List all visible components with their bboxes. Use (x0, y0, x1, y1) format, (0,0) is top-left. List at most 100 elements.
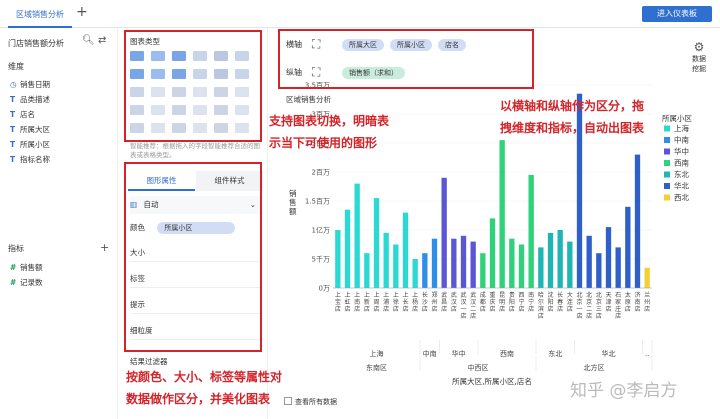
checkbox[interactable] (284, 397, 292, 405)
x-tick-label: 郑州店 (432, 291, 438, 313)
x-tick-label: 上虹店 (345, 291, 351, 313)
bar (383, 232, 389, 288)
x-tick-label: 上长店 (403, 291, 409, 313)
bar (596, 253, 602, 288)
legend-swatch (664, 160, 670, 166)
x-tick-label: 上宝店 (335, 291, 341, 313)
region-group-label: 华中 (452, 349, 466, 358)
bar (422, 253, 428, 288)
bar (528, 174, 534, 288)
bar (335, 230, 341, 288)
bar (586, 235, 592, 288)
legend-entry: 西北 (674, 193, 689, 202)
bar (470, 241, 476, 288)
x-tick-label: 上浦店 (383, 291, 389, 313)
legend-entry: 华中 (674, 146, 689, 156)
x-tick-label: 北京一店 (577, 291, 583, 320)
bar (354, 183, 360, 288)
x-tick-label: 贵阳店 (509, 291, 515, 313)
bar (605, 227, 612, 288)
legend-swatch (664, 125, 670, 132)
legend-swatch (664, 183, 670, 189)
bar (615, 247, 621, 288)
y-tick-label: 1.5百万 (305, 198, 330, 206)
region-group-label: 上海 (370, 349, 384, 358)
x-tick-label: 哈尔滨店 (538, 291, 544, 320)
x-tick-label: 大连店 (567, 291, 573, 313)
legend-entry: 西南 (674, 158, 689, 168)
bar (373, 198, 380, 288)
bar (538, 247, 544, 288)
x-tick-label: 武昌店 (441, 291, 447, 313)
bar (567, 241, 573, 288)
x-tick-label: 武汉一店 (461, 291, 467, 320)
legend-title: 所属小区 (662, 113, 692, 123)
x-tick-label: 上杨店 (412, 291, 418, 313)
legend-entry: 华北 (674, 181, 689, 191)
x-tick-label: 上新店 (364, 291, 370, 313)
x-tick-label: 长沙店 (422, 291, 428, 313)
bar (499, 140, 505, 288)
x-tick-label: 长春店 (557, 291, 563, 313)
x-tick-label: 成都店 (480, 291, 486, 313)
bar (480, 253, 486, 288)
bar (451, 238, 457, 288)
x-tick-label: 兰州店 (644, 291, 650, 313)
x-tick-label: 北京二店 (586, 291, 592, 320)
bar (557, 230, 563, 288)
y-tick-label: 0万 (319, 285, 330, 293)
y-tick-label: 1亿万 (312, 226, 330, 235)
show-all-data-toggle[interactable]: 查看所有数据 (284, 397, 337, 407)
bar (489, 218, 496, 288)
region-group-label: 华北 (602, 349, 616, 358)
legend-swatch (664, 137, 670, 143)
x-tick-label: 太原店 (625, 291, 631, 313)
bar (431, 238, 438, 288)
x-tick-label: 北京三店 (596, 291, 602, 320)
legend-entry: 东北 (674, 169, 689, 179)
bar (625, 206, 631, 288)
x-tick-label: 重庆店 (490, 291, 496, 313)
bar (644, 267, 650, 288)
y-tick-label: 2百万 (312, 169, 330, 177)
annotation-axis: 以横轴和纵轴作为区分，拖 拽维度和指标，自动出图表 (500, 99, 645, 135)
x-tick-label: 上徐店 (393, 291, 399, 313)
bar (518, 244, 525, 288)
x-tick-label: 上周店 (374, 291, 380, 313)
area-group-label: 东南区 (366, 363, 387, 372)
x-tick-label: 沈阳店 (548, 291, 554, 313)
x-tick-label: 天津店 (606, 292, 612, 313)
bar (509, 238, 515, 288)
legend-swatch (664, 194, 670, 201)
legend-entry: 中南 (674, 135, 689, 145)
region-group-label: 东北 (548, 349, 562, 358)
annotation-chart-switch: 支持图表切换，明暗表 示当下可使用的图形 (269, 114, 390, 150)
bar (402, 212, 409, 288)
legend-swatch (664, 148, 670, 155)
y-axis-label: 销售额 (289, 188, 297, 216)
bar (393, 244, 399, 288)
bar (412, 259, 418, 288)
x-tick-label: 武汉二店 (470, 291, 476, 320)
bar (547, 232, 554, 288)
y-tick-label: 5千万 (312, 255, 330, 264)
area-group-label: 中西区 (468, 363, 489, 372)
legend-entry: 上海 (674, 123, 689, 133)
region-group-label: 中南 (423, 349, 437, 358)
x-tick-label: 昆明店 (499, 292, 505, 313)
x-tick-label: 南宁店 (528, 291, 534, 313)
bar (364, 253, 370, 288)
watermark: 知乎 @李启方 (570, 381, 678, 401)
legend-swatch (664, 171, 670, 178)
bar (441, 177, 447, 288)
x-tick-label: 武汉店 (451, 291, 457, 313)
y-tick-label: 3.5百万 (305, 82, 330, 90)
bar (634, 154, 641, 288)
bar (344, 209, 351, 288)
x-tick-label: 济南店 (635, 291, 641, 313)
bar (460, 235, 467, 288)
x-tick-label: 石家庄店 (615, 292, 621, 320)
region-group-label: 西南 (500, 349, 514, 358)
region-group-label: .. (645, 350, 649, 358)
bar-chart: 0万5千万1亿万1.5百万2百万2.5百万3百万3.5百万销售额上宝店上虹店上南… (289, 82, 692, 387)
